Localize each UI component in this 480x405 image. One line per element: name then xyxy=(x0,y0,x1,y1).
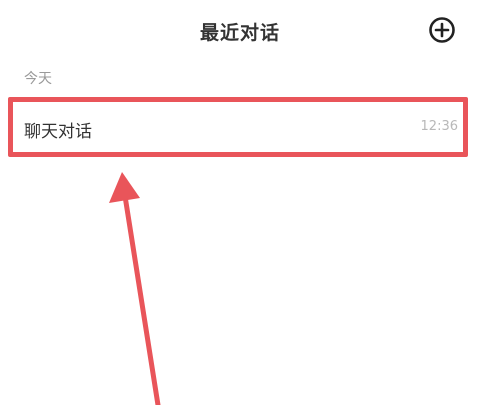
conversation-time: 12:36 xyxy=(420,119,458,134)
page-title: 最近对话 xyxy=(199,22,280,44)
section-label-today: 今天 xyxy=(24,71,52,87)
annotation-arrow xyxy=(109,172,161,405)
conversation-list-item[interactable]: 聊天对话 12:36 xyxy=(8,97,468,157)
add-circle-icon xyxy=(429,17,455,43)
conversation-name: 聊天对话 xyxy=(24,122,92,142)
header-bar: 最近对话 xyxy=(0,0,480,60)
new-conversation-button[interactable] xyxy=(427,15,457,45)
recent-conversations-screen: 最近对话 今天 聊天对话 12:36 xyxy=(0,0,480,405)
